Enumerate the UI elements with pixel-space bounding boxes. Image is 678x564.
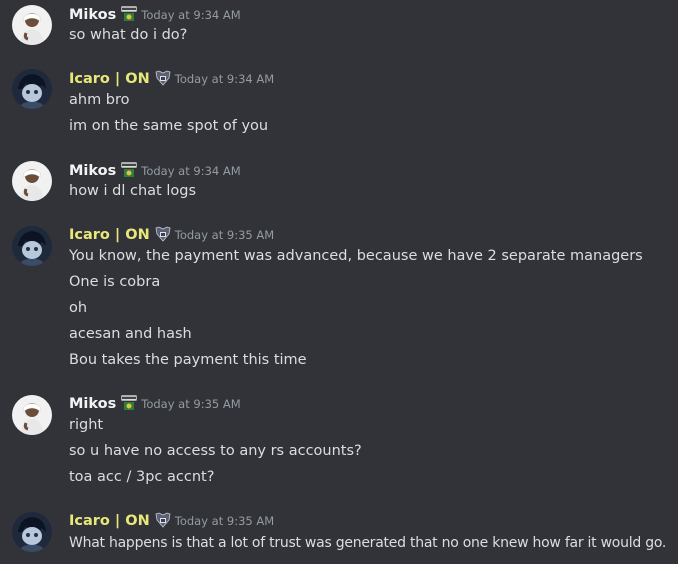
avatar[interactable]	[12, 161, 52, 201]
avatar[interactable]	[12, 5, 52, 45]
message-text: One is cobra	[69, 274, 161, 290]
timestamp[interactable]: Today at 9:35 AM	[175, 228, 274, 242]
message-text: right	[69, 417, 104, 433]
message-text: toa acc / 3pc accnt?	[69, 469, 215, 485]
message-text: Bou takes the payment this time	[69, 352, 307, 368]
username[interactable]: Mikos	[69, 396, 116, 412]
timestamp[interactable]: Today at 9:35 AM	[141, 397, 240, 411]
username[interactable]: Mikos	[69, 163, 116, 179]
avatar[interactable]	[12, 512, 52, 552]
message-text: so u have no access to any rs accounts?	[69, 443, 362, 459]
welcome-badge-icon[interactable]	[121, 395, 138, 411]
emblem-badge-icon[interactable]	[155, 70, 171, 86]
message-text: how i dl chat logs	[69, 183, 197, 199]
username[interactable]: Icaro | ON	[69, 513, 150, 529]
welcome-badge-icon[interactable]	[121, 6, 138, 22]
message-text: You know, the payment was advanced, beca…	[69, 248, 643, 264]
message-text: so what do i do?	[69, 27, 188, 43]
timestamp[interactable]: Today at 9:35 AM	[175, 514, 274, 528]
message-text: ahm bro	[69, 92, 130, 108]
username[interactable]: Mikos	[69, 7, 116, 23]
avatar[interactable]	[12, 69, 52, 109]
welcome-badge-icon[interactable]	[121, 162, 138, 178]
timestamp[interactable]: Today at 9:34 AM	[175, 72, 274, 86]
emblem-badge-icon[interactable]	[155, 512, 171, 528]
emblem-badge-icon[interactable]	[155, 226, 171, 242]
timestamp[interactable]: Today at 9:34 AM	[141, 8, 240, 22]
avatar[interactable]	[12, 226, 52, 266]
timestamp[interactable]: Today at 9:34 AM	[141, 164, 240, 178]
message-text: acesan and hash	[69, 326, 192, 342]
avatar[interactable]	[12, 395, 52, 435]
username[interactable]: Icaro | ON	[69, 227, 150, 243]
message-text: What happens is that a lot of trust was …	[69, 535, 667, 551]
username[interactable]: Icaro | ON	[69, 71, 150, 87]
message-text: im on the same spot of you	[69, 118, 269, 134]
message-text: oh	[69, 300, 88, 316]
